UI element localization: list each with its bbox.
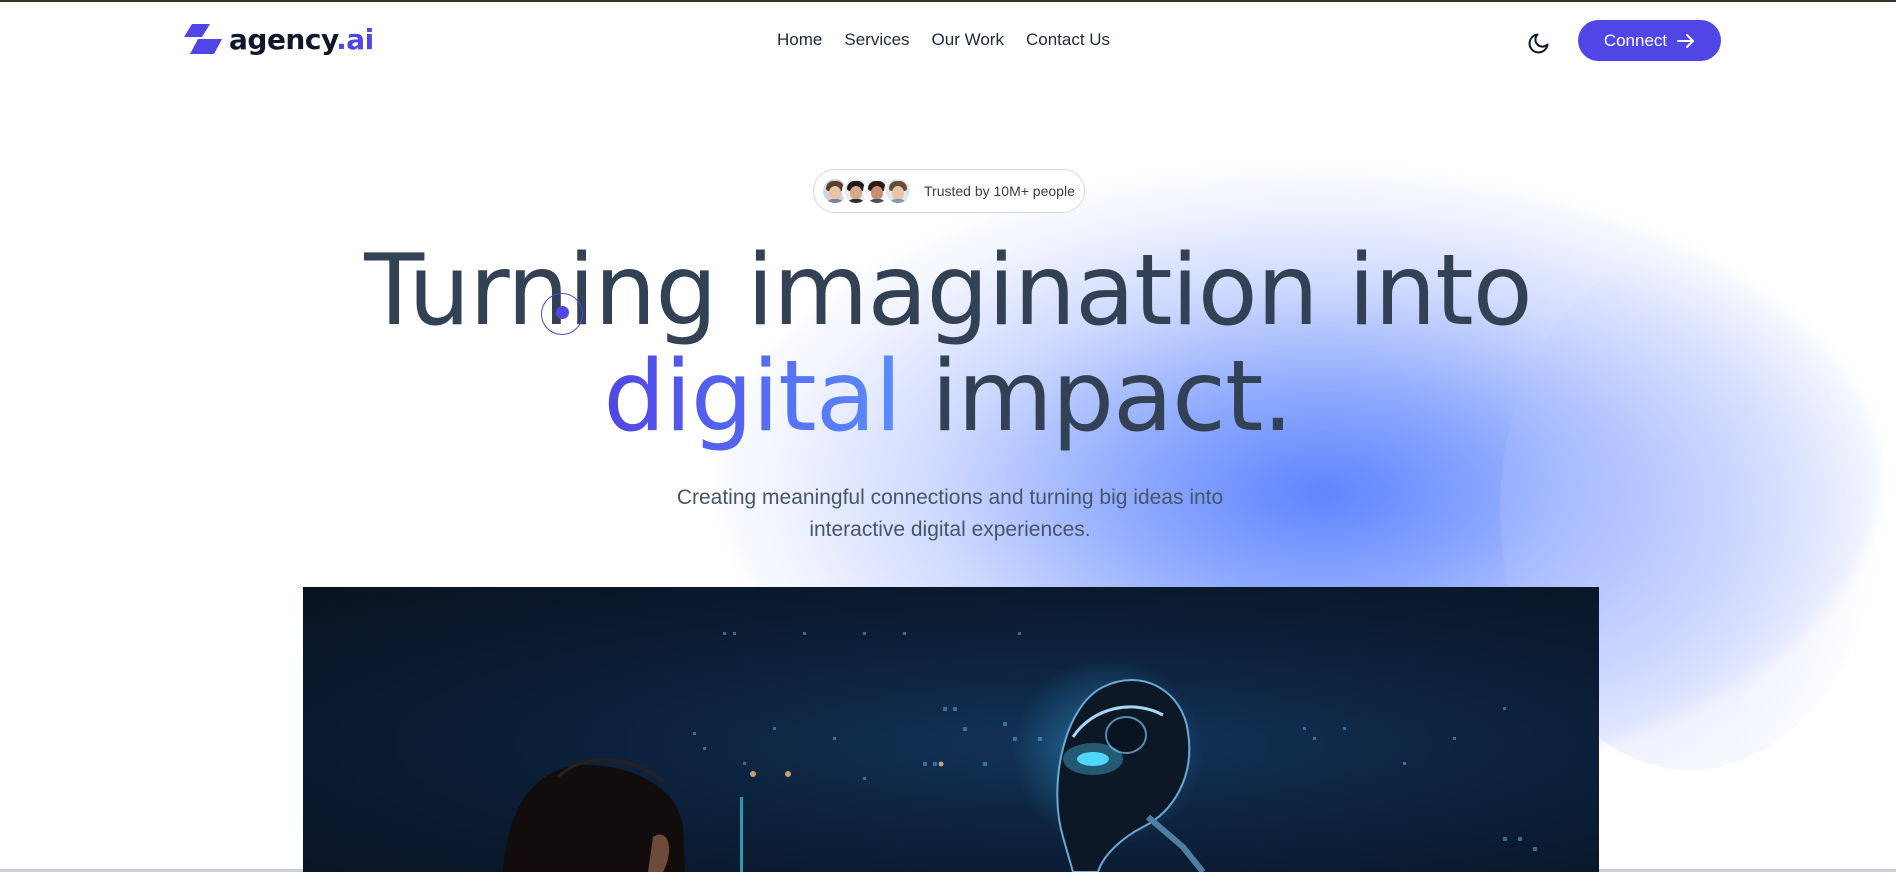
headline-rest: impact. xyxy=(931,340,1293,454)
brand-name: agency.ai xyxy=(229,22,374,56)
nav-home[interactable]: Home xyxy=(777,30,822,50)
headline-accent: digital xyxy=(603,340,902,454)
headline-line1: Turning imagination into xyxy=(364,234,1532,348)
avatar xyxy=(884,177,912,205)
nav-services[interactable]: Services xyxy=(844,30,909,50)
site-header: agency.ai Home Services Our Work Contact… xyxy=(0,0,1896,80)
nav-contact-us[interactable]: Contact Us xyxy=(1026,30,1110,50)
custom-cursor-dot xyxy=(556,306,569,319)
theme-toggle-button[interactable] xyxy=(1526,28,1554,56)
hero-headline: Turning imagination into digital impact. xyxy=(0,238,1896,450)
arrow-right-icon xyxy=(1677,33,1695,48)
connect-button[interactable]: Connect xyxy=(1578,20,1721,61)
logo-mark-icon xyxy=(184,24,222,54)
trust-text: Trusted by 10M+ people xyxy=(924,183,1075,199)
human-and-robot-illustration-icon xyxy=(503,632,1537,872)
avatar-group xyxy=(821,177,912,205)
connect-label: Connect xyxy=(1603,30,1668,50)
trust-badge: Trusted by 10M+ people xyxy=(813,169,1085,213)
brand-logo[interactable]: agency.ai xyxy=(180,22,374,56)
main-nav: Home Services Our Work Contact Us xyxy=(777,30,1110,50)
hero-image xyxy=(303,587,1599,872)
moon-icon xyxy=(1528,33,1549,54)
subtitle-line2: interactive digital experiences. xyxy=(809,518,1091,541)
subtitle-line1: Creating meaningful connections and turn… xyxy=(676,486,1224,509)
nav-our-work[interactable]: Our Work xyxy=(932,30,1004,50)
hero-subtitle: Creating meaningful connections and turn… xyxy=(0,482,1896,546)
